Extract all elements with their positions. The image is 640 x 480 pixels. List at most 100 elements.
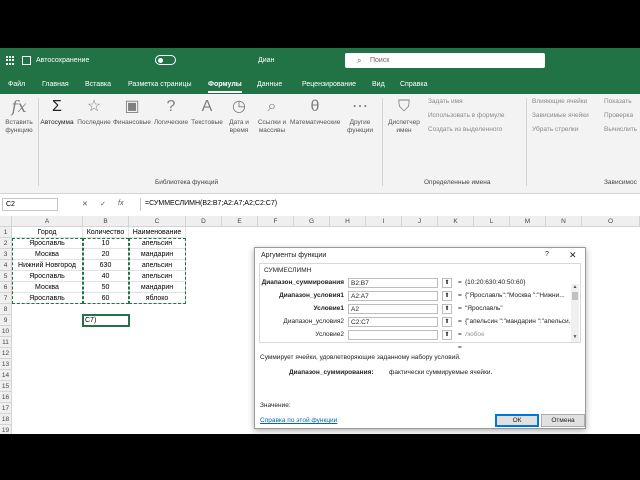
app-launcher-icon[interactable] bbox=[6, 56, 15, 65]
sigma-icon: Σ bbox=[52, 98, 62, 115]
tab-data[interactable]: Данные bbox=[257, 77, 282, 93]
cell-c1[interactable]: Наименование bbox=[129, 227, 186, 238]
search-box[interactable]: ⌕ Поиск bbox=[345, 53, 545, 68]
row-header[interactable]: 19 bbox=[0, 425, 12, 434]
tab-insert[interactable]: Вставка bbox=[85, 77, 111, 93]
column-header[interactable]: O bbox=[582, 216, 640, 227]
row-header[interactable]: 5 bbox=[0, 271, 12, 282]
collapse-dialog-icon[interactable]: ⬆ bbox=[442, 304, 452, 314]
name-box[interactable]: C2 bbox=[2, 198, 58, 211]
collapse-dialog-icon[interactable]: ⬆ bbox=[442, 317, 452, 327]
use-in-formula-button[interactable]: Использовать в формуле bbox=[428, 112, 505, 119]
row-header[interactable]: 7 bbox=[0, 293, 12, 304]
arguments-scrollbar[interactable]: ▲ ▼ bbox=[571, 284, 579, 342]
cancel-icon[interactable]: ✕ bbox=[82, 200, 88, 208]
row-header[interactable]: 1 bbox=[0, 227, 12, 238]
name-manager-button[interactable]: ⛉ Диспетчер имен bbox=[384, 98, 424, 135]
column-header[interactable]: I bbox=[366, 216, 402, 227]
recent-button[interactable]: ☆ Последние bbox=[76, 98, 112, 127]
datetime-button[interactable]: ◷ Дата и время bbox=[224, 98, 254, 135]
function-description: Суммирует ячейки, удовлетворяющие заданн… bbox=[260, 354, 461, 361]
row-header[interactable]: 16 bbox=[0, 392, 12, 403]
column-header[interactable]: C bbox=[129, 216, 186, 227]
arg-input-criteria-range1[interactable]: A2:A7 bbox=[348, 291, 438, 301]
trace-dependents-button[interactable]: Зависимые ячейки bbox=[532, 112, 589, 119]
help-icon[interactable]: ? bbox=[545, 251, 549, 258]
tab-page-layout[interactable]: Разметка страницы bbox=[128, 77, 192, 93]
other-functions-button[interactable]: ⋯ Другие функции bbox=[342, 98, 378, 135]
error-check-button[interactable]: Проверка bbox=[604, 112, 633, 119]
collapse-dialog-icon[interactable]: ⬆ bbox=[442, 291, 452, 301]
column-header[interactable]: G bbox=[294, 216, 330, 227]
create-from-selection-button[interactable]: Создать из выделенного bbox=[428, 126, 502, 133]
row-header[interactable]: 17 bbox=[0, 403, 12, 414]
tab-formulas[interactable]: Формулы bbox=[208, 77, 242, 93]
column-header[interactable]: A bbox=[12, 216, 83, 227]
lookup-button[interactable]: ⌕ Ссылки и массивы bbox=[254, 98, 290, 135]
scroll-thumb[interactable] bbox=[572, 292, 578, 300]
row-header[interactable]: 12 bbox=[0, 348, 12, 359]
trace-precedents-button[interactable]: Влияющие ячейки bbox=[532, 98, 587, 105]
row-header[interactable]: 15 bbox=[0, 381, 12, 392]
arg-input-criteria2[interactable] bbox=[348, 330, 438, 340]
column-header[interactable]: D bbox=[186, 216, 222, 227]
formula-input[interactable]: =СУММЕСЛИМН(B2:B7;A2:A7;A2;C2:C7) bbox=[140, 198, 638, 211]
column-header[interactable]: K bbox=[438, 216, 474, 227]
evaluate-button[interactable]: Вычислить bbox=[604, 126, 637, 133]
show-formulas-button[interactable]: Показать bbox=[604, 98, 632, 105]
close-icon[interactable]: ✕ bbox=[569, 250, 577, 261]
cancel-button[interactable]: Отмена bbox=[541, 414, 585, 427]
row-header[interactable]: 13 bbox=[0, 359, 12, 370]
remove-arrows-button[interactable]: Убрать стрелки bbox=[532, 126, 578, 133]
column-header[interactable]: N bbox=[546, 216, 582, 227]
column-header[interactable]: L bbox=[474, 216, 510, 227]
document-name[interactable]: Диан bbox=[258, 57, 274, 64]
row-header[interactable]: 14 bbox=[0, 370, 12, 381]
column-header[interactable]: J bbox=[402, 216, 438, 227]
row-header[interactable]: 18 bbox=[0, 414, 12, 425]
collapse-dialog-icon[interactable]: ⬆ bbox=[442, 278, 452, 288]
save-icon[interactable] bbox=[22, 56, 31, 65]
row-header[interactable]: 4 bbox=[0, 260, 12, 271]
row-header[interactable]: 3 bbox=[0, 249, 12, 260]
autosum-button[interactable]: Σ Автосумма bbox=[40, 98, 74, 127]
tab-view[interactable]: Вид bbox=[372, 77, 385, 93]
autosave-toggle[interactable] bbox=[155, 55, 176, 65]
column-header[interactable]: M bbox=[510, 216, 546, 227]
row-header[interactable]: 2 bbox=[0, 238, 12, 249]
tab-file[interactable]: Файл bbox=[8, 77, 25, 93]
row-header[interactable]: 6 bbox=[0, 282, 12, 293]
collapse-dialog-icon[interactable]: ⬆ bbox=[442, 330, 452, 340]
scroll-up-icon[interactable]: ▲ bbox=[571, 284, 579, 290]
cell-b1[interactable]: Количество bbox=[83, 227, 129, 238]
define-name-button[interactable]: Задать имя bbox=[428, 98, 463, 105]
enter-icon[interactable]: ✓ bbox=[100, 200, 106, 208]
financial-button[interactable]: ▣ Финансовые bbox=[112, 98, 152, 127]
select-all-corner[interactable] bbox=[0, 216, 12, 227]
tab-help[interactable]: Справка bbox=[400, 77, 427, 93]
logical-button[interactable]: ? Логические bbox=[152, 98, 190, 127]
arg-input-sum-range[interactable]: B2:B7 bbox=[348, 278, 438, 288]
scroll-down-icon[interactable]: ▼ bbox=[571, 334, 579, 340]
row-header[interactable]: 9 bbox=[0, 315, 12, 326]
cell-a1[interactable]: Город bbox=[12, 227, 83, 238]
arg-input-criteria-range2[interactable]: C2:C7 bbox=[348, 317, 438, 327]
row-header[interactable]: 10 bbox=[0, 326, 12, 337]
tab-home[interactable]: Главная bbox=[42, 77, 69, 93]
text-button[interactable]: A Текстовые bbox=[190, 98, 224, 127]
math-button[interactable]: θ Математические bbox=[290, 98, 340, 127]
arg-input-criteria1[interactable]: A2 bbox=[348, 304, 438, 314]
function-help-link[interactable]: Справка по этой функции bbox=[260, 417, 337, 424]
column-header[interactable]: E bbox=[222, 216, 258, 227]
insert-function-button[interactable]: fx Вставить функцию bbox=[2, 98, 36, 135]
row-header[interactable]: 8 bbox=[0, 304, 12, 315]
arg-description-label: Диапазон_суммирования: bbox=[289, 369, 374, 376]
ok-button[interactable]: ОК bbox=[495, 414, 539, 427]
tab-review[interactable]: Рецензирование bbox=[302, 77, 356, 93]
column-header[interactable]: F bbox=[258, 216, 294, 227]
row-header[interactable]: 11 bbox=[0, 337, 12, 348]
column-header[interactable]: H bbox=[330, 216, 366, 227]
column-header[interactable]: B bbox=[83, 216, 129, 227]
text-label: Текстовые bbox=[191, 119, 223, 126]
fx-icon[interactable]: fx bbox=[118, 200, 123, 207]
